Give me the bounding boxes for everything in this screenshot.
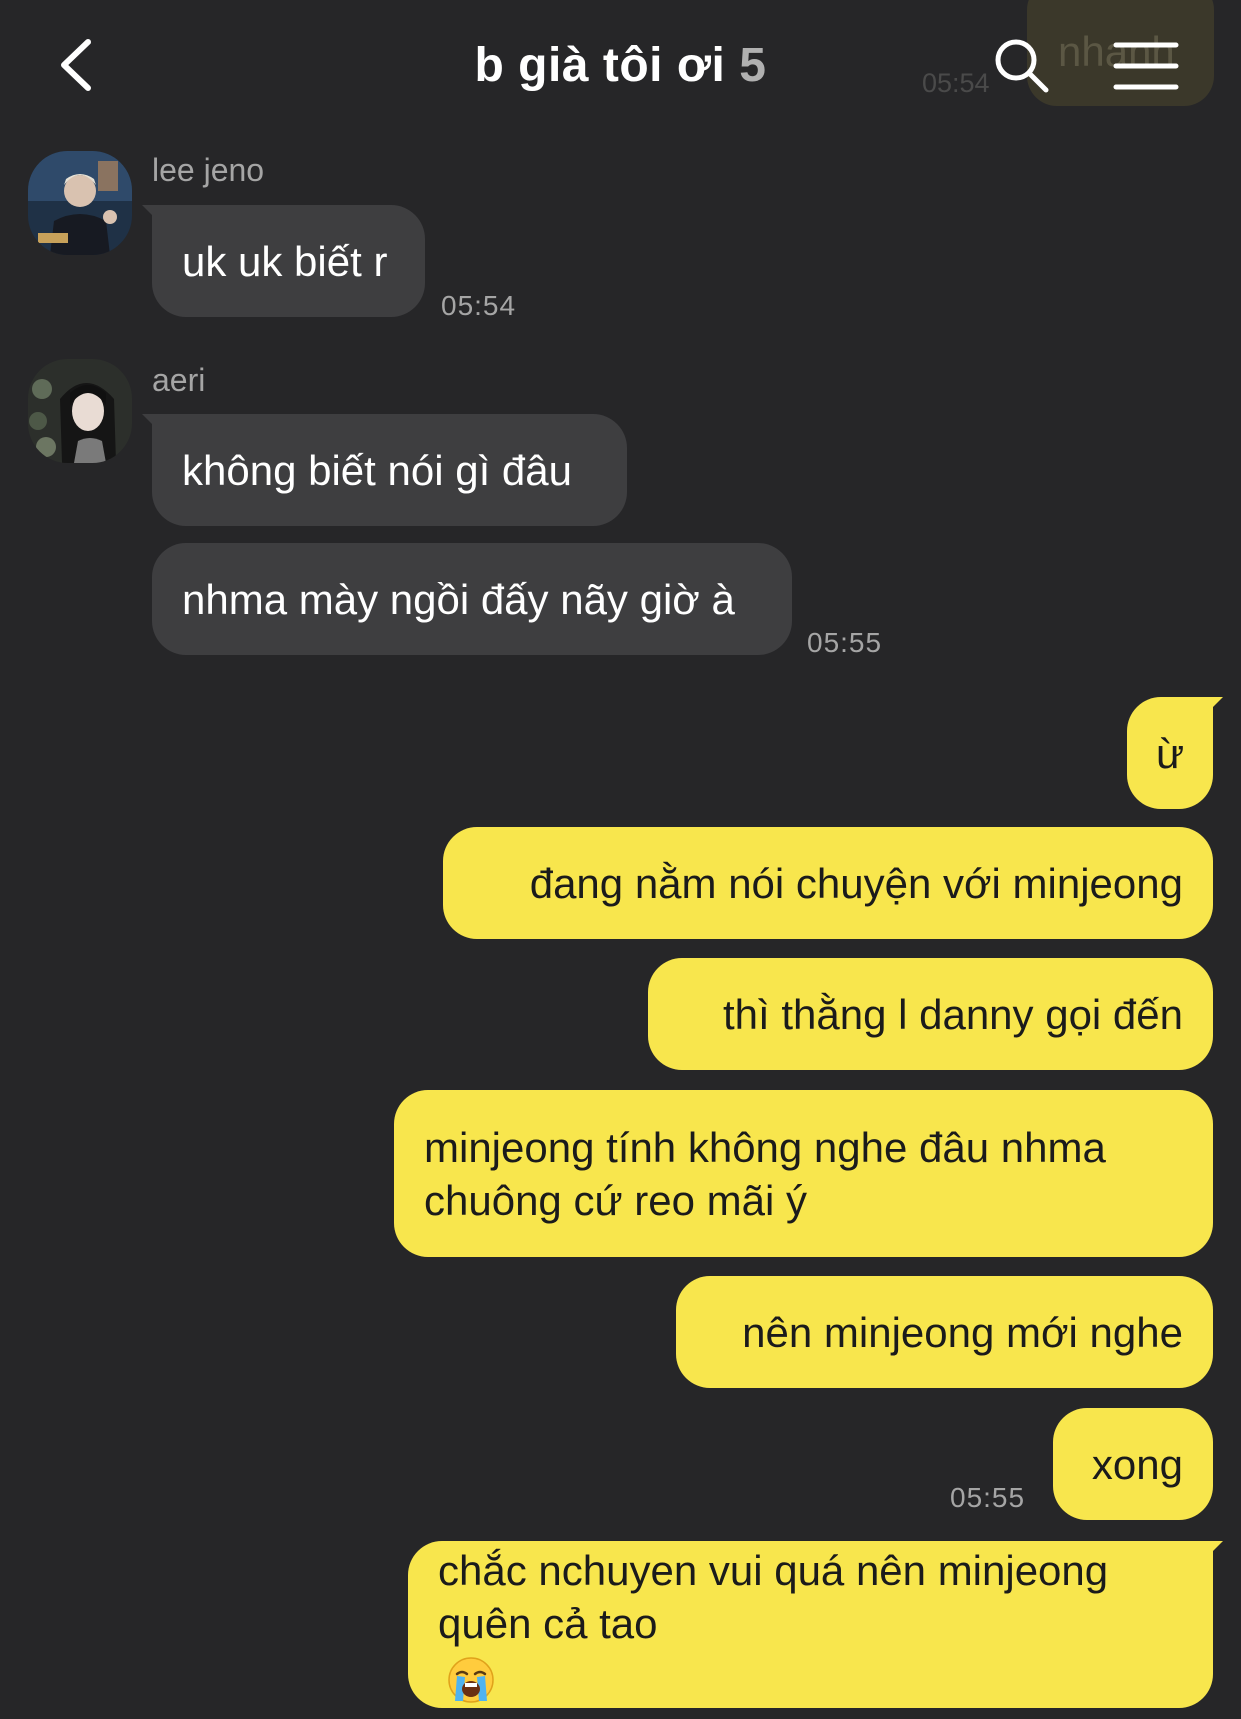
message-bubble-outgoing[interactable]: nên minjeong mới nghe (676, 1276, 1213, 1388)
message-bubble-incoming[interactable]: uk uk biết r (152, 205, 425, 317)
message-bubble-incoming[interactable]: nhma mày ngồi đấy nãy giờ à (152, 543, 792, 655)
message-text-line: chuông cứ reo mãi ý (424, 1176, 807, 1224)
message-bubble-outgoing[interactable]: ừ (1127, 697, 1213, 809)
message-text: không biết nói gì đâu (182, 446, 572, 494)
message-text-line: chắc nchuyen vui quá nên minjeong (438, 1547, 1109, 1595)
sender-name: aeri (152, 362, 206, 398)
message-text: nên minjeong mới nghe (742, 1308, 1183, 1356)
avatar-photo (28, 151, 132, 255)
message-time: 05:55 (950, 1482, 1026, 1513)
avatar-aeri[interactable] (28, 359, 132, 463)
message-bubble-outgoing[interactable]: xong (1053, 1408, 1213, 1520)
message-text: ừ (1155, 729, 1185, 777)
search-button[interactable] (992, 36, 1052, 96)
avatar-photo (28, 359, 132, 463)
message-text-line: minjeong tính không nghe đâu nhma (424, 1123, 1106, 1171)
hamburger-menu-icon (1113, 42, 1179, 90)
sender-name: lee jeno (152, 152, 265, 188)
message-text: xong (1091, 1440, 1183, 1488)
message-bubble-outgoing[interactable]: đang nằm nói chuyện với minjeong (443, 827, 1213, 939)
chat-header: b già tôi ơi 5 (0, 0, 1241, 130)
message-bubble-outgoing[interactable]: minjeong tính không nghe đâu nhma chuông… (394, 1090, 1213, 1257)
message-time: 05:55 (807, 627, 883, 658)
message-text: nhma mày ngồi đấy nãy giờ à (182, 575, 735, 623)
loudly-crying-face-emoji-icon (448, 1657, 494, 1703)
avatar-lee-jeno[interactable] (28, 151, 132, 255)
message-time: 05:54 (441, 290, 517, 321)
message-bubble-outgoing[interactable]: thì thằng l danny gọi đến (648, 958, 1213, 1070)
chat-title: b già tôi ơi 5 (0, 38, 1241, 93)
message-text: đang nằm nói chuyện với minjeong (529, 859, 1183, 907)
message-text-line: quên cả tao (438, 1597, 1183, 1705)
message-bubble-outgoing[interactable]: chắc nchuyen vui quá nên minjeong quên c… (408, 1541, 1213, 1708)
member-count: 5 (739, 39, 767, 92)
message-text: quên cả tao (438, 1600, 658, 1648)
menu-button[interactable] (1113, 40, 1179, 92)
message-text: uk uk biết r (182, 237, 388, 285)
message-bubble-incoming[interactable]: không biết nói gì đâu (152, 414, 627, 526)
chat-name: b già tôi ơi (474, 39, 726, 92)
message-text: thì thằng l danny gọi đến (722, 990, 1183, 1038)
search-icon (995, 39, 1049, 93)
chat-screen: nhanh 05:54 b già tôi ơi 5 lee jeno uk u… (0, 0, 1241, 1719)
